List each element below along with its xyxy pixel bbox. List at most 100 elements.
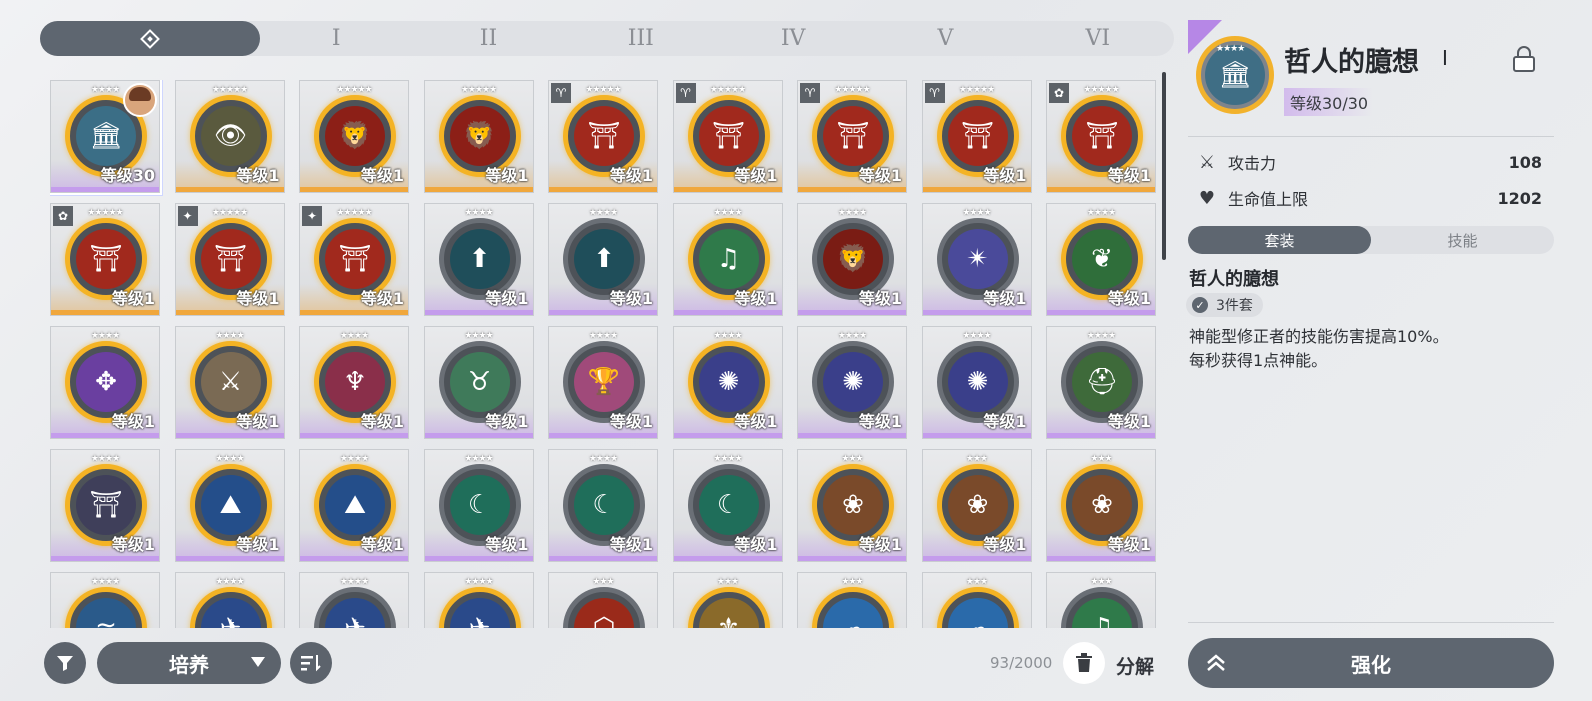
echo-card[interactable]: ⛩ ★★★★★ ♈ 等级1 <box>797 80 907 193</box>
sonata-badge-icon: ♈ <box>800 83 820 103</box>
echo-level: 等级1 <box>360 166 404 185</box>
echo-card[interactable]: 🏛 ★★★★ 等级30 <box>50 80 162 195</box>
echo-card[interactable]: ⛑ ★★★★ 等级1 <box>1046 326 1156 439</box>
echo-emblem-icon: ⚜ <box>698 598 759 628</box>
echo-card[interactable]: ✥ ★★★★ 等级1 <box>50 326 160 439</box>
rarity-stars: ★★★★ <box>1086 208 1116 218</box>
set-name: 哲人的臆想 <box>1189 269 1279 290</box>
echo-card[interactable]: ✈ ★★★★ <box>299 572 409 628</box>
echo-card[interactable]: ⛩ ★★★★★ ♈ 等级1 <box>921 80 1032 193</box>
sort-dropdown[interactable]: 培养 <box>97 642 281 684</box>
echo-card[interactable]: ✺ ★★★★ 等级1 <box>797 326 907 439</box>
tab-3[interactable]: III <box>565 21 717 56</box>
echo-card[interactable]: ♫ ★★★★ 等级1 <box>672 203 783 316</box>
echo-card[interactable]: ❀ ★★★ 等级1 <box>921 449 1032 562</box>
tab-6[interactable]: VI <box>1022 21 1174 56</box>
echo-card[interactable]: ✈ ★★★★ <box>174 572 285 628</box>
decompose-label[interactable]: 分解 <box>1116 652 1154 679</box>
echo-level: 等级1 <box>734 289 778 308</box>
tab-skill[interactable]: 技能 <box>1371 226 1554 254</box>
echo-card[interactable]: 🏆 ★★★★ 等级1 <box>548 326 658 439</box>
echo-card[interactable]: ✈ ★★★★ <box>423 572 534 628</box>
echo-card[interactable]: ☁ ★★★ <box>921 572 1032 628</box>
echo-level: 等级1 <box>858 412 902 431</box>
echo-card[interactable]: ≈ ★★★★ <box>50 572 160 628</box>
echo-level: 等级1 <box>1107 412 1151 431</box>
rarity-stars: ★★★★★ <box>336 85 372 95</box>
echo-card[interactable]: ⬡ ★★★ <box>548 572 658 628</box>
tab-all[interactable] <box>40 21 260 56</box>
echo-card[interactable]: ⚔ ★★★★ 等级1 <box>174 326 285 439</box>
rarity-bar <box>549 310 657 315</box>
rarity-bar <box>1047 556 1155 561</box>
echo-card[interactable]: 🦁 ★★★★★ 等级1 <box>423 80 534 193</box>
echo-card[interactable]: ♉ ★★★★ 等级1 <box>423 326 534 439</box>
echo-card[interactable]: ❀ ★★★ 等级1 <box>1046 449 1156 562</box>
echo-card[interactable]: ⛰ ★★★★ 等级1 <box>299 449 409 562</box>
rarity-bar <box>175 433 284 438</box>
echo-card[interactable]: ⛩ ★★★★★ ✿ 等级1 <box>50 203 160 316</box>
tab-4[interactable]: IV <box>717 21 869 56</box>
double-chevron-up-icon <box>1198 645 1234 681</box>
grid-scrollbar[interactable] <box>1162 72 1166 260</box>
tab-1[interactable]: I <box>260 21 412 56</box>
echo-card[interactable]: ⛰ ★★★★ 等级1 <box>174 449 285 562</box>
heart-icon: ♥ <box>1198 187 1216 209</box>
echo-card[interactable]: ⛩ ★★★★ 等级1 <box>50 449 160 562</box>
echo-card[interactable]: ⚜ ★★★ <box>672 572 783 628</box>
rarity-bar <box>549 433 657 438</box>
echo-level: 等级1 <box>1107 166 1151 185</box>
rarity-stars: ★★★★ <box>90 454 120 464</box>
echo-card[interactable]: ⬆ ★★★★ 等级1 <box>548 203 658 316</box>
echo-card[interactable]: ☾ ★★★★ 等级1 <box>423 449 534 562</box>
rarity-stars: ★★★★ <box>962 208 991 218</box>
echo-card[interactable]: ☁ ★★★ <box>797 572 907 628</box>
echo-card[interactable]: ⛩ ★★★★★ ♈ 等级1 <box>672 80 783 193</box>
echo-card[interactable]: ⛩ ★★★★★ ✦ 等级1 <box>299 203 409 316</box>
echo-emblem-icon: ♫ <box>1072 598 1132 628</box>
set-desc-line-2: 每秒获得1点神能。 <box>1189 351 1328 370</box>
echo-card[interactable]: ⛩ ★★★★★ ✿ 等级1 <box>1046 80 1156 193</box>
tab-2[interactable]: II <box>412 21 564 56</box>
echo-emblem-icon: ✈ <box>325 598 385 628</box>
tab-set[interactable]: 套装 <box>1188 226 1371 254</box>
echo-card[interactable]: 🦁 ★★★★ 等级1 <box>797 203 907 316</box>
set-tab-bar: I II III IV V VI <box>40 21 1174 56</box>
echo-emblem-icon: ♉ <box>449 352 510 412</box>
echo-card[interactable]: 👁 ★★★★★ 等级1 <box>174 80 285 193</box>
detail-tabs: 套装 技能 <box>1188 226 1554 254</box>
echo-card[interactable]: ❦ ★★★★ 等级1 <box>1046 203 1156 316</box>
sonata-badge-icon: ♈ <box>675 83 696 103</box>
echo-level: 等级1 <box>1107 535 1151 554</box>
rarity-bar <box>673 310 782 315</box>
echo-emblem-icon: ✈ <box>449 598 510 628</box>
echo-card[interactable]: ♆ ★★★★ 等级1 <box>299 326 409 439</box>
rarity-stars: ★★★★★ <box>460 85 497 95</box>
echo-level: 等级1 <box>609 166 653 185</box>
set-description: 神能型修正者的技能伤害提高10%。 每秒获得1点神能。 <box>1189 325 1549 373</box>
rarity-stars: ★★★★ <box>215 331 244 341</box>
sort-dropdown-label: 培养 <box>169 652 209 677</box>
echo-card[interactable]: ✺ ★★★★ 等级1 <box>921 326 1032 439</box>
decompose-button[interactable] <box>1063 642 1105 684</box>
echo-card[interactable]: 🦁 ★★★★★ 等级1 <box>299 80 409 193</box>
echo-level: 等级1 <box>858 535 902 554</box>
echo-card[interactable]: ♫ ★★★ <box>1046 572 1156 628</box>
tab-5[interactable]: V <box>869 21 1021 56</box>
echo-ring: ♫ <box>1061 587 1143 628</box>
sort-order-button[interactable] <box>290 642 332 684</box>
lock-toggle[interactable] <box>1513 46 1535 72</box>
echo-card[interactable]: ✺ ★★★★ 等级1 <box>672 326 783 439</box>
echo-ring: ☁ <box>812 587 894 628</box>
echo-card[interactable]: ✴ ★★★★ 等级1 <box>921 203 1032 316</box>
echo-card[interactable]: ☾ ★★★★ 等级1 <box>548 449 658 562</box>
echo-card[interactable]: ☾ ★★★★ 等级1 <box>672 449 783 562</box>
echo-card[interactable]: ⛩ ★★★★★ ✦ 等级1 <box>174 203 285 316</box>
stat-row-hp: ♥ 生命值上限 1202 <box>1196 184 1542 212</box>
echo-emblem-icon: ⛩ <box>200 229 261 289</box>
echo-card[interactable]: ⛩ ★★★★★ ♈ 等级1 <box>548 80 658 193</box>
enhance-button[interactable]: 强化 <box>1188 638 1554 688</box>
echo-card[interactable]: ❀ ★★★ 等级1 <box>797 449 907 562</box>
echo-card[interactable]: ⬆ ★★★★ 等级1 <box>423 203 534 316</box>
filter-button[interactable] <box>44 642 86 684</box>
